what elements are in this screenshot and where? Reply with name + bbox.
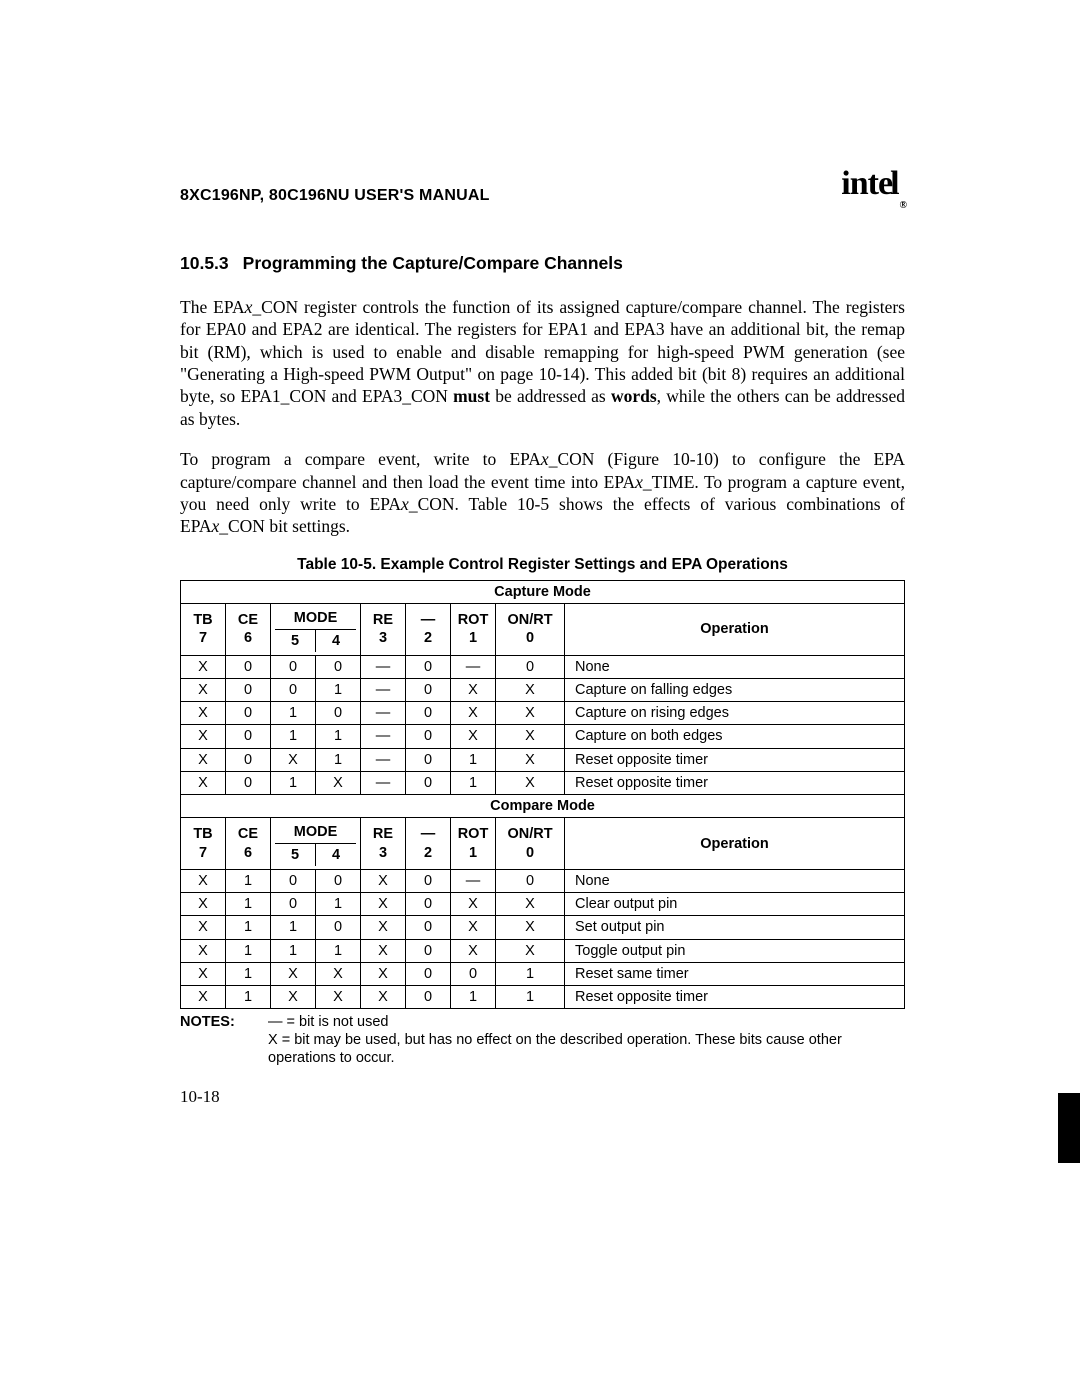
table-row: X010—0XXCapture on rising edges: [181, 702, 905, 725]
operation-cell: Capture on rising edges: [565, 702, 905, 725]
running-head: 8XC196NP, 80C196NU USER'S MANUAL: [180, 187, 490, 205]
capture-mode-header: Capture Mode: [181, 580, 905, 603]
section-title-text: Programming the Capture/Compare Channels: [243, 253, 623, 273]
table-row: X110X0XXSet output pin: [181, 916, 905, 939]
operation-cell: Clear output pin: [565, 893, 905, 916]
paragraph-1: The EPAx_CON register controls the funct…: [180, 296, 905, 430]
operation-cell: Capture on both edges: [565, 725, 905, 748]
table-row: X101X0XXClear output pin: [181, 893, 905, 916]
operation-header: Operation: [565, 603, 905, 655]
operation-cell: Reset same timer: [565, 962, 905, 985]
table-row: X011—0XXCapture on both edges: [181, 725, 905, 748]
table-row: X01X—01XReset opposite timer: [181, 771, 905, 794]
operation-cell: Capture on falling edges: [565, 679, 905, 702]
section-heading: 10.5.3 Programming the Capture/Compare Ch…: [180, 253, 905, 274]
paragraph-2: To program a compare event, write to EPA…: [180, 448, 905, 538]
table-row: X100X0—0None: [181, 870, 905, 893]
table-row: X0X1—01XReset opposite timer: [181, 748, 905, 771]
operation-cell: None: [565, 656, 905, 679]
operation-cell: Reset opposite timer: [565, 771, 905, 794]
page-number: 10-18: [180, 1087, 220, 1107]
table-caption: Table 10-5. Example Control Register Set…: [180, 556, 905, 574]
table-row: X111X0XXToggle output pin: [181, 939, 905, 962]
table-notes: NOTES: — = bit is not used X = bit may b…: [180, 1013, 905, 1067]
operation-cell: Set output pin: [565, 916, 905, 939]
page-header: 8XC196NP, 80C196NU USER'S MANUAL intel®: [180, 165, 905, 205]
table-row: X000—0—0None: [181, 656, 905, 679]
register-table: Capture Mode TB7 CE6 MODE 54 RE3 —2 ROT1…: [180, 580, 905, 1009]
compare-mode-header: Compare Mode: [181, 794, 905, 817]
operation-header: Operation: [565, 817, 905, 869]
operation-cell: Reset opposite timer: [565, 985, 905, 1008]
operation-cell: Reset opposite timer: [565, 748, 905, 771]
corner-mark-icon: [1058, 1093, 1080, 1163]
operation-cell: None: [565, 870, 905, 893]
notes-label: NOTES:: [180, 1013, 268, 1031]
table-row: X1XXX011Reset opposite timer: [181, 985, 905, 1008]
brand-logo: intel®: [841, 165, 905, 205]
operation-cell: Toggle output pin: [565, 939, 905, 962]
table-row: X001—0XXCapture on falling edges: [181, 679, 905, 702]
table-row: X1XXX001Reset same timer: [181, 962, 905, 985]
section-number: 10.5.3: [180, 253, 229, 273]
